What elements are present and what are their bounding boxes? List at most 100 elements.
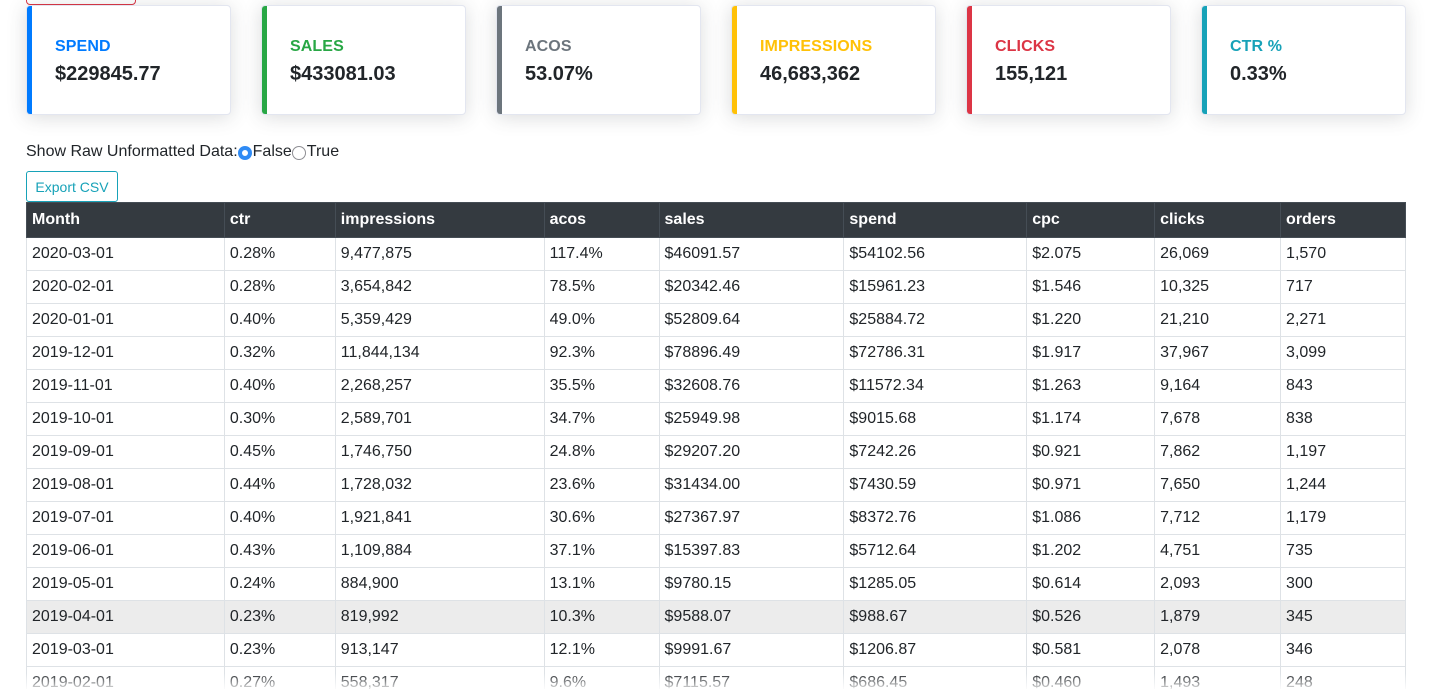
monthly-data-table: Month ctr impressions acos sales spend cpc clic… [26,202,1406,689]
table-row[interactable]: 2019-09-01 0.45% 1,746,750 24.8% $29207.20 $7… [26,435,1406,469]
kpi-label-ctr: CTR % [1230,38,1283,55]
cell-acos: 13.1% [543,567,660,601]
cell-acos: 37.1% [543,534,660,568]
cell-month: 2020-02-01 [26,270,225,304]
cell-orders: 3,099 [1280,336,1406,370]
cell-month: 2020-01-01 [26,303,225,337]
cell-sales: $9780.15 [658,567,845,601]
export-csv-button[interactable]: Export CSV [26,171,118,202]
cell-acos: 117.4% [543,237,660,271]
cell-month: 2019-04-01 [26,600,225,634]
column-header-acos[interactable]: acos [543,202,660,238]
cell-cpc: $2.075 [1026,237,1156,271]
card-accent-bar [1202,6,1207,114]
cell-cpc: $0.971 [1026,468,1156,502]
cell-cpc: $0.614 [1026,567,1156,601]
cell-sales: $9991.67 [658,633,845,667]
cell-spend: $25884.72 [843,303,1028,337]
cell-acos: 34.7% [543,402,660,436]
cell-cpc: $1.202 [1026,534,1156,568]
cell-clicks: 7,862 [1154,435,1282,469]
column-header-cpc[interactable]: cpc [1026,202,1156,238]
kpi-value-spend: $229845.77 [55,63,161,85]
cell-orders: 717 [1280,270,1406,304]
cell-acos: 10.3% [543,600,660,634]
cell-clicks: 10,325 [1154,270,1282,304]
cell-orders: 843 [1280,369,1406,403]
cell-clicks: 37,967 [1154,336,1282,370]
cell-cpc: $1.174 [1026,402,1156,436]
table-row[interactable]: 2019-03-01 0.23% 913,147 12.1% $9991.67 $1206… [26,633,1406,667]
radio-false[interactable] [237,146,252,160]
cell-clicks: 7,712 [1154,501,1282,535]
cell-clicks: 7,678 [1154,402,1282,436]
radio-true[interactable] [291,146,306,160]
column-header-orders[interactable]: orders [1280,202,1406,238]
cell-orders: 735 [1280,534,1406,568]
table-row[interactable]: 2019-07-01 0.40% 1,921,841 30.6% $27367.97 $8… [26,501,1406,535]
table-row[interactable]: 2019-05-01 0.24% 884,900 13.1% $9780.15 $1285… [26,567,1406,601]
cell-orders: 838 [1280,402,1406,436]
kpi-card-ctr: CTR % 0.33% [1201,5,1406,115]
cell-sales: $20342.46 [658,270,845,304]
cell-clicks: 4,751 [1154,534,1282,568]
cell-orders: 346 [1280,633,1406,667]
cell-acos: 12.1% [543,633,660,667]
table-row[interactable]: 2020-01-01 0.40% 5,359,429 49.0% $52809.64 $2… [26,303,1406,337]
table-row[interactable]: 2019-06-01 0.43% 1,109,884 37.1% $15397.83 $5… [26,534,1406,568]
cell-impressions: 819,992 [334,600,545,634]
cell-cpc: $0.581 [1026,633,1156,667]
kpi-label-acos: ACOS [525,38,572,55]
cell-sales: $46091.57 [658,237,845,271]
kpi-label-clicks: CLICKS [995,38,1056,55]
cell-sales: $29207.20 [658,435,845,469]
cell-acos: 78.5% [543,270,660,304]
column-header-impressions[interactable]: impressions [334,202,545,238]
cell-orders: 2,271 [1280,303,1406,337]
cell-acos: 23.6% [543,468,660,502]
cell-impressions: 1,728,032 [334,468,545,502]
kpi-label-impressions: IMPRESSIONS [760,38,873,55]
column-header-ctr[interactable]: ctr [223,202,336,238]
table-row[interactable]: 2019-08-01 0.44% 1,728,032 23.6% $31434.00 $7… [26,468,1406,502]
cell-month: 2019-05-01 [26,567,225,601]
cell-cpc: $0.921 [1026,435,1156,469]
kpi-card-impressions: IMPRESSIONS 46,683,362 [731,5,936,115]
cell-month: 2019-12-01 [26,336,225,370]
cell-acos: 49.0% [543,303,660,337]
raw-data-toggle: Show Raw Unformatted Data: False True [26,142,339,162]
column-header-sales[interactable]: sales [658,202,845,238]
radio-true-label[interactable]: True [307,143,339,161]
cell-acos: 30.6% [543,501,660,535]
cell-spend: $988.67 [843,600,1028,634]
column-header-spend[interactable]: spend [843,202,1028,238]
table-row[interactable]: 2019-12-01 0.32% 11,844,134 92.3% $78896.49 $… [26,336,1406,370]
card-accent-bar [497,6,502,114]
cell-spend: $54102.56 [843,237,1028,271]
cell-ctr: 0.28% [223,237,336,271]
table-row[interactable]: 2020-03-01 0.28% 9,477,875 117.4% $46091.57 $… [26,237,1406,271]
column-header-month[interactable]: Month [26,202,225,238]
table-row[interactable]: 2019-10-01 0.30% 2,589,701 34.7% $25949.98 $9… [26,402,1406,436]
radio-false-label[interactable]: False [253,143,292,161]
cell-ctr: 0.40% [223,501,336,535]
cell-acos: 35.5% [543,369,660,403]
cell-clicks: 2,078 [1154,633,1282,667]
cell-ctr: 0.32% [223,336,336,370]
cell-impressions: 3,654,842 [334,270,545,304]
cell-spend: $7242.26 [843,435,1028,469]
cell-month: 2019-06-01 [26,534,225,568]
cell-month: 2019-03-01 [26,633,225,667]
cell-ctr: 0.30% [223,402,336,436]
kpi-label-spend: SPEND [55,38,111,55]
cell-ctr: 0.23% [223,633,336,667]
cell-impressions: 11,844,134 [334,336,545,370]
table-row[interactable]: 2019-04-01 0.23% 819,992 10.3% $9588.07 $988.… [26,600,1406,634]
cell-month: 2019-07-01 [26,501,225,535]
column-header-clicks[interactable]: clicks [1154,202,1282,238]
kpi-label-sales: SALES [290,38,344,55]
cell-impressions: 913,147 [334,633,545,667]
table-row[interactable]: 2019-11-01 0.40% 2,268,257 35.5% $32608.76 $1… [26,369,1406,403]
table-row[interactable]: 2020-02-01 0.28% 3,654,842 78.5% $20342.46 $1… [26,270,1406,304]
cell-acos: 24.8% [543,435,660,469]
